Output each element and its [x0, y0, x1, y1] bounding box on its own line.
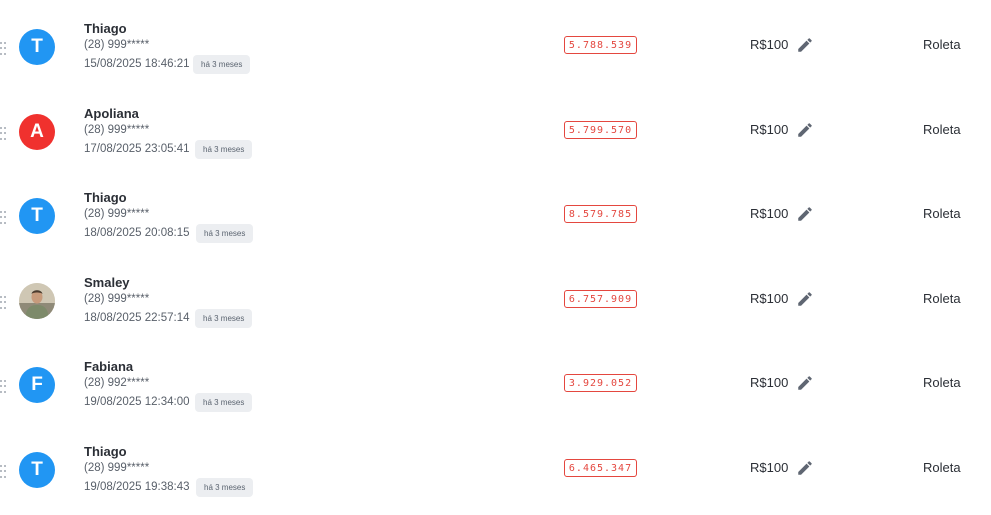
- relative-time-badge: há 3 meses: [195, 140, 253, 159]
- entry-value: R$100: [750, 291, 789, 306]
- list-item: F Fabiana (28) 992***** 19/08/2025 12:34…: [0, 346, 991, 430]
- drag-handle-icon[interactable]: [0, 127, 6, 141]
- relative-time-badge: há 3 meses: [195, 393, 253, 412]
- participant-phone: (28) 999*****: [84, 293, 150, 305]
- participant-phone: (28) 992*****: [84, 377, 150, 389]
- relative-time-badge: há 3 meses: [193, 55, 251, 74]
- game-name: Roleta: [923, 206, 961, 221]
- game-name: Roleta: [923, 291, 961, 306]
- participant-name: Thiago: [84, 444, 127, 459]
- avatar: T: [19, 29, 55, 65]
- game-name: Roleta: [923, 460, 961, 475]
- participant-name: Smaley: [84, 275, 130, 290]
- entry-value: R$100: [750, 206, 789, 221]
- list-item: Smaley (28) 999***** 18/08/2025 22:57:14…: [0, 262, 991, 346]
- entry-datetime: 19/08/2025 19:38:43: [84, 481, 190, 493]
- entry-value: R$100: [750, 375, 789, 390]
- list-item: T Thiago (28) 999***** 19/08/2025 19:38:…: [0, 431, 991, 515]
- list-item: A Apoliana (28) 999***** 17/08/2025 23:0…: [0, 93, 991, 177]
- participant-name: Thiago: [84, 190, 127, 205]
- drag-handle-icon[interactable]: [0, 211, 6, 225]
- avatar-initial: T: [31, 459, 43, 480]
- participant-phone: (28) 999*****: [84, 208, 150, 220]
- drag-handle-icon[interactable]: [0, 42, 6, 56]
- avatar-initial: F: [31, 374, 43, 395]
- entry-datetime: 17/08/2025 23:05:41: [84, 143, 190, 155]
- entry-datetime: 15/08/2025 18:46:21: [84, 58, 190, 70]
- pencil-icon[interactable]: [796, 374, 814, 392]
- entry-datetime: 19/08/2025 12:34:00: [84, 396, 190, 408]
- avatar-initial: T: [31, 36, 43, 57]
- ticket-number-badge: 6.465.347: [564, 459, 637, 477]
- game-name: Roleta: [923, 122, 961, 137]
- avatar: T: [19, 452, 55, 488]
- participant-phone: (28) 999*****: [84, 124, 150, 136]
- avatar: F: [19, 367, 55, 403]
- game-name: Roleta: [923, 375, 961, 390]
- entry-value: R$100: [750, 122, 789, 137]
- participant-name: Fabiana: [84, 359, 134, 374]
- avatar-initial: A: [30, 121, 44, 142]
- participant-name: Apoliana: [84, 106, 139, 121]
- avatar-initial: T: [31, 205, 43, 226]
- ticket-number-badge: 5.799.570: [564, 121, 637, 139]
- entry-value: R$100: [750, 37, 789, 52]
- drag-handle-icon[interactable]: [0, 380, 6, 394]
- pencil-icon[interactable]: [796, 205, 814, 223]
- avatar-photo: [19, 283, 55, 319]
- pencil-icon[interactable]: [796, 459, 814, 477]
- participant-name: Thiago: [84, 21, 127, 36]
- relative-time-badge: há 3 meses: [195, 309, 253, 328]
- list-item: T Thiago (28) 999***** 15/08/2025 18:46:…: [0, 8, 991, 92]
- ticket-number-badge: 8.579.785: [564, 205, 637, 223]
- relative-time-badge: há 3 meses: [196, 224, 254, 243]
- game-name: Roleta: [923, 37, 961, 52]
- pencil-icon[interactable]: [796, 121, 814, 139]
- avatar: A: [19, 114, 55, 150]
- ticket-number-badge: 5.788.539: [564, 36, 637, 54]
- entry-datetime: 18/08/2025 20:08:15: [84, 227, 190, 239]
- list-item: T Thiago (28) 999***** 18/08/2025 20:08:…: [0, 177, 991, 261]
- drag-handle-icon[interactable]: [0, 465, 6, 479]
- participant-phone: (28) 999*****: [84, 39, 150, 51]
- avatar: T: [19, 198, 55, 234]
- pencil-icon[interactable]: [796, 36, 814, 54]
- relative-time-badge: há 3 meses: [196, 478, 254, 497]
- entry-datetime: 18/08/2025 22:57:14: [84, 312, 190, 324]
- participant-phone: (28) 999*****: [84, 462, 150, 474]
- ticket-number-badge: 6.757.909: [564, 290, 637, 308]
- pencil-icon[interactable]: [796, 290, 814, 308]
- ticket-number-badge: 3.929.052: [564, 374, 637, 392]
- entry-value: R$100: [750, 460, 789, 475]
- drag-handle-icon[interactable]: [0, 296, 6, 310]
